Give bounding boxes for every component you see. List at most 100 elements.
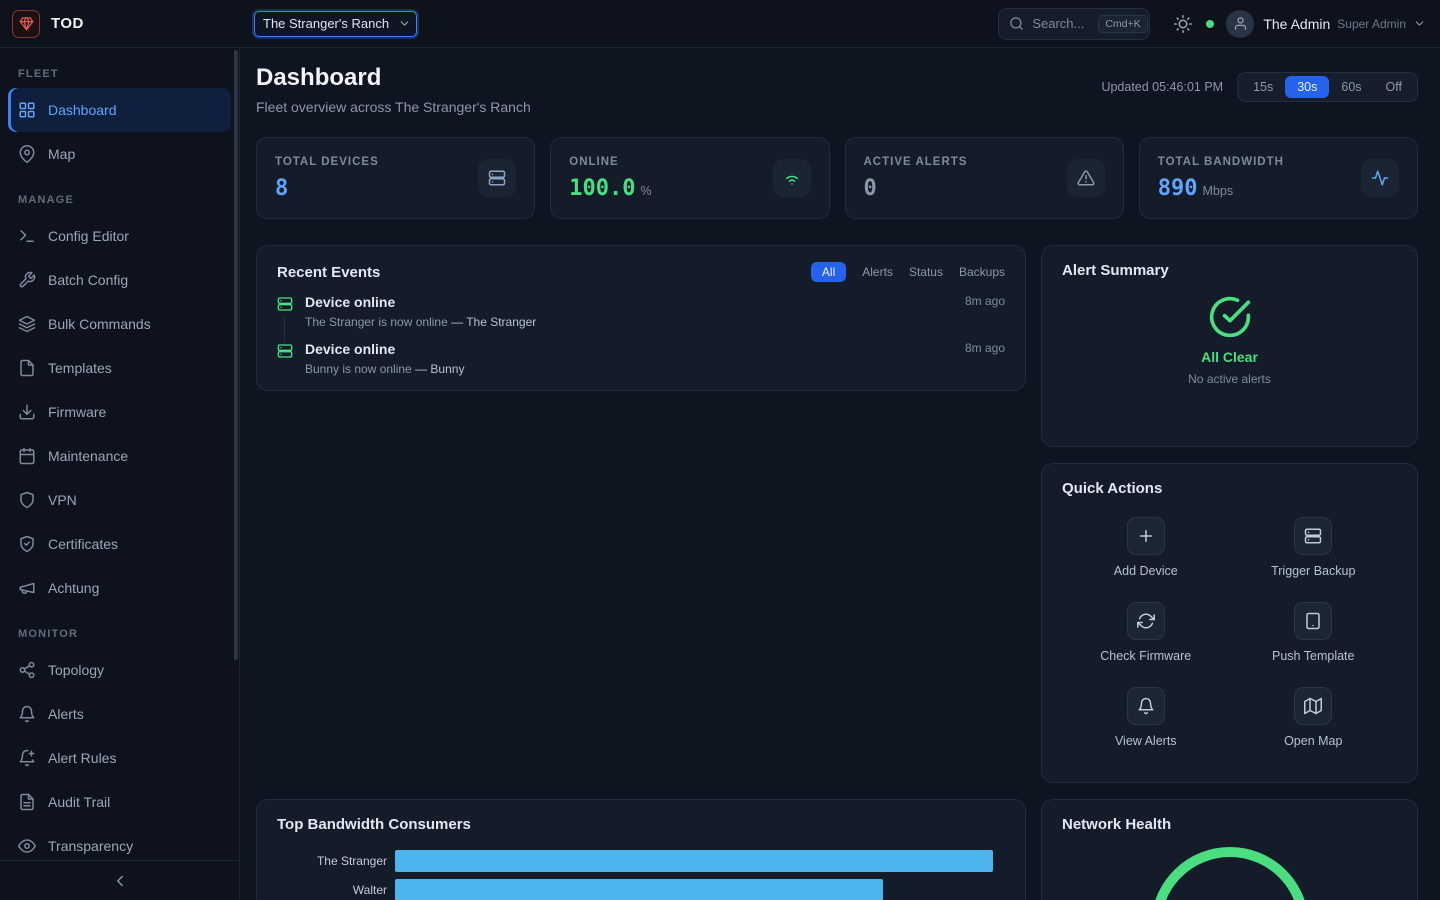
filter-alerts[interactable]: Alerts [862,265,893,279]
stat-card-total-devices: TOTAL DEVICES 8 [256,137,535,219]
wrench-icon [18,271,36,289]
sidebar-item-alerts[interactable]: Alerts [8,692,231,736]
stat-card-total-bandwidth: TOTAL BANDWIDTH 890Mbps [1139,137,1418,219]
sun-icon [1174,15,1192,33]
brand: TOD [12,10,240,38]
sidebar-item-config-editor[interactable]: Config Editor [8,214,231,258]
refresh-option-15s[interactable]: 15s [1241,76,1285,98]
sidebar-item-audit-trail[interactable]: Audit Trail [8,780,231,824]
quick-actions-title: Quick Actions [1062,480,1397,497]
user-menu-button[interactable] [1413,17,1426,30]
activity-icon [1361,159,1399,197]
site-select[interactable]: The Stranger's Ranch [254,11,417,37]
add-device-button[interactable]: Add Device [1062,517,1230,578]
search-shortcut-badge: Cmd+K [1098,15,1147,33]
calendar-icon [18,447,36,465]
network-health-title: Network Health [1062,816,1397,833]
stat-value: 0 [864,176,877,201]
sidebar-item-label: Firmware [48,404,106,420]
sidebar-item-label: VPN [48,492,77,508]
sidebar-item-alert-rules[interactable]: Alert Rules [8,736,231,780]
map-pin-icon [18,145,36,163]
event-time: 8m ago [965,341,1005,355]
quick-action-label: Push Template [1272,649,1354,663]
recent-events-card: Recent Events All Alerts Status Backups [256,245,1026,391]
sidebar-item-label: Alerts [48,706,84,722]
sidebar-item-label: Config Editor [48,228,129,244]
refresh-option-60s[interactable]: 60s [1329,76,1373,98]
event-device: — The Stranger [451,315,536,329]
filter-all[interactable]: All [811,262,846,282]
device-online-icon [277,296,293,312]
event-description: Bunny is now online [305,362,412,376]
sidebar-scrollbar[interactable] [234,50,238,660]
dashboard-columns: Recent Events All Alerts Status Backups [256,245,1418,900]
network-health-card: Network Health [1041,799,1418,900]
check-firmware-button[interactable]: Check Firmware [1062,602,1230,663]
sidebar-collapse-button[interactable] [0,860,239,900]
event-filters: All Alerts Status Backups [811,262,1005,282]
bandwidth-bar [395,879,883,900]
alert-status-text: All Clear [1062,349,1397,365]
page-subtitle: Fleet overview across The Stranger's Ran… [256,99,531,115]
sidebar-item-topology[interactable]: Topology [8,648,231,692]
sidebar-item-batch-config[interactable]: Batch Config [8,258,231,302]
event-description: The Stranger is now online [305,315,448,329]
bell-icon [1127,687,1165,725]
brand-name: TOD [51,15,84,32]
chevron-left-icon [111,872,129,890]
quick-action-label: Trigger Backup [1271,564,1355,578]
search-icon [1009,16,1024,31]
user-name: The Admin [1263,16,1330,32]
sidebar-item-label: Batch Config [48,272,128,288]
open-map-button[interactable]: Open Map [1230,687,1398,748]
quick-action-label: Add Device [1114,564,1178,578]
alert-note-text: No active alerts [1062,372,1397,386]
sidebar-item-maintenance[interactable]: Maintenance [8,434,231,478]
trigger-backup-button[interactable]: Trigger Backup [1230,517,1398,578]
topbar-right: Cmd+K The Admin Super Admin [998,8,1426,40]
sidebar-item-label: Maintenance [48,448,128,464]
sidebar-item-achtung[interactable]: Achtung [8,566,231,610]
view-alerts-button[interactable]: View Alerts [1062,687,1230,748]
sidebar-item-map[interactable]: Map [8,132,231,176]
user-avatar[interactable] [1226,10,1254,38]
refresh-option-off[interactable]: Off [1374,76,1414,98]
filter-status[interactable]: Status [909,265,943,279]
push-template-button[interactable]: Push Template [1230,602,1398,663]
stat-value: 8 [275,176,288,201]
shell: FLEET Dashboard Map MANAGE Config Editor… [0,48,1440,900]
file-text-icon [18,793,36,811]
stat-unit: Mbps [1203,184,1234,198]
refresh-option-30s[interactable]: 30s [1285,76,1329,98]
terminal-icon [18,227,36,245]
network-icon [18,661,36,679]
bandwidth-bar [395,850,993,872]
sidebar-item-certificates[interactable]: Certificates [8,522,231,566]
sidebar-item-templates[interactable]: Templates [8,346,231,390]
sidebar-item-firmware[interactable]: Firmware [8,390,231,434]
megaphone-icon [18,579,36,597]
sidebar-item-bulk-commands[interactable]: Bulk Commands [8,302,231,346]
theme-toggle-button[interactable] [1174,15,1192,33]
stat-card-active-alerts: ACTIVE ALERTS 0 [845,137,1124,219]
filter-backups[interactable]: Backups [959,265,1005,279]
search-input[interactable] [1032,16,1090,31]
sidebar-nav: FLEET Dashboard Map MANAGE Config Editor… [0,48,239,860]
quick-actions-card: Quick Actions Add Device [1041,463,1418,783]
sidebar: FLEET Dashboard Map MANAGE Config Editor… [0,48,240,900]
search-box[interactable]: Cmd+K [998,8,1150,40]
alert-summary-title: Alert Summary [1062,262,1397,279]
sidebar-item-vpn[interactable]: VPN [8,478,231,522]
stat-label: ACTIVE ALERTS [864,156,968,168]
sidebar-item-transparency[interactable]: Transparency [8,824,231,860]
sidebar-item-dashboard[interactable]: Dashboard [8,88,231,132]
alert-summary-card: Alert Summary All Clear No active alerts [1041,245,1418,447]
recent-events-title: Recent Events [277,264,380,281]
sidebar-item-label: Map [48,146,75,162]
check-circle-icon [1062,295,1397,339]
download-icon [18,403,36,421]
sidebar-item-label: Achtung [48,580,99,596]
event-time: 8m ago [965,294,1005,308]
alert-triangle-icon [1067,159,1105,197]
